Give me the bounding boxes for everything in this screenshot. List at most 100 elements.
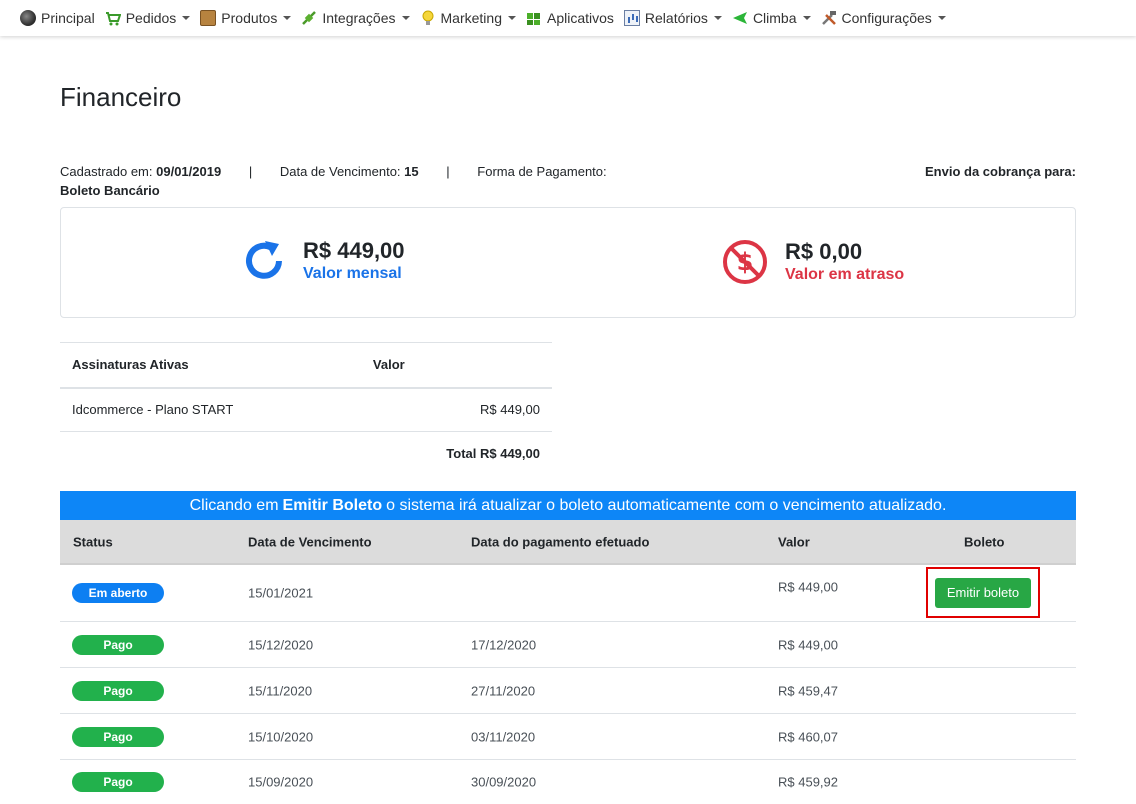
emit-boleto-highlight: Emitir boleto: [926, 567, 1040, 618]
page-title: Financeiro: [60, 82, 182, 112]
amount: R$ 449,00: [778, 637, 838, 652]
nav-item-aplicativos[interactable]: Aplicativos: [526, 10, 614, 26]
overdue-label: Valor em atraso: [785, 266, 905, 283]
caret-down-icon: [182, 16, 191, 20]
home-icon: [20, 10, 36, 26]
no-money-icon: $: [723, 240, 767, 284]
table-row: Pago 15/09/2020 30/09/2020 R$ 459,92: [60, 760, 1076, 804]
due-date: 15/11/2020: [248, 683, 313, 698]
table-row: Em aberto 15/01/2021 R$ 449,00 Emitir bo…: [60, 565, 1076, 622]
active-subscriptions-table: Assinaturas Ativas Valor Idcommerce - Pl…: [60, 342, 552, 476]
due-date: 15/10/2020: [248, 729, 314, 744]
nav-label: Produtos: [221, 10, 278, 26]
nav-label: Aplicativos: [546, 10, 614, 26]
nav-label: Configurações: [841, 10, 932, 26]
nav-label: Relatórios: [644, 10, 708, 26]
nav-label: Principal: [41, 10, 95, 26]
nav-item-relatorios[interactable]: Relatórios: [623, 10, 722, 26]
plug-icon: [301, 10, 317, 26]
amount: R$ 459,92: [778, 774, 838, 790]
column-header-value: Valor: [778, 534, 810, 549]
info-banner: Clicando em Emitir Boleto o sistema irá …: [60, 491, 1076, 520]
overdue-amount: R$ 0,00: [785, 239, 863, 264]
table-row: Idcommerce - Plano START R$ 449,00: [60, 388, 552, 432]
column-header-status: Status: [73, 534, 113, 549]
nav-label: Pedidos: [125, 10, 177, 26]
registered-date: 09/01/2019: [156, 164, 222, 179]
caret-down-icon: [283, 16, 292, 20]
financial-summary-card: R$ 449,00 Valor mensal $ R$ 0,00 Valor e…: [60, 207, 1076, 318]
payment-date: 27/11/2020: [471, 683, 536, 698]
payment-date: 17/12/2020: [471, 637, 537, 652]
column-header-subscriptions: Assinaturas Ativas: [72, 357, 189, 373]
flag-icon: [732, 10, 748, 26]
monthly-label: Valor mensal: [303, 265, 402, 282]
nav-item-integracoes[interactable]: Integrações: [301, 10, 410, 26]
nav-label: Marketing: [440, 10, 502, 26]
banner-prefix: Clicando em: [189, 496, 279, 514]
banner-highlight: Emitir Boleto: [282, 496, 383, 514]
nav-label: Integrações: [322, 10, 396, 26]
nav-item-principal[interactable]: Principal: [20, 10, 95, 26]
nav-label: Climba: [752, 10, 797, 26]
nav-item-pedidos[interactable]: Pedidos: [105, 10, 191, 26]
amount: R$ 459,47: [778, 683, 838, 698]
status-badge: Pago: [72, 634, 164, 655]
puzzle-icon: [526, 10, 542, 26]
cart-icon: [105, 10, 122, 26]
monthly-amount: R$ 449,00: [303, 238, 405, 263]
nav-item-marketing[interactable]: Marketing: [420, 10, 516, 26]
payment-method-value: Boleto Bancário: [60, 183, 160, 198]
table-row: Pago 15/12/2020 17/12/2020 R$ 449,00: [60, 622, 1076, 668]
status-badge: Em aberto: [72, 583, 164, 603]
caret-down-icon: [713, 16, 722, 20]
subscription-name: Idcommerce - Plano START: [72, 402, 234, 418]
amount: R$ 460,07: [778, 729, 838, 744]
due-label: Data de Vencimento:: [279, 164, 401, 179]
due-day: 15: [404, 164, 419, 179]
caret-down-icon: [401, 16, 410, 20]
due-date: 15/01/2021: [248, 585, 314, 601]
svg-text:$: $: [737, 248, 754, 276]
nav-item-climba[interactable]: Climba: [732, 10, 811, 26]
top-navigation: Principal Pedidos Produtos Integrações M…: [0, 0, 1136, 36]
lightbulb-icon: [420, 10, 436, 26]
column-header-due-date: Data de Vencimento: [248, 534, 372, 549]
separator: |: [248, 164, 253, 179]
nav-item-configuracoes[interactable]: Configurações: [821, 10, 946, 26]
payments-table-header: Status Data de Vencimento Data do pagame…: [60, 520, 1076, 565]
payment-method-label: Forma de Pagamento:: [477, 164, 607, 179]
column-header-value: Valor: [372, 357, 405, 373]
subscriptions-total: Total R$ 449,00: [446, 446, 540, 462]
column-header-boleto: Boleto: [964, 534, 1005, 549]
overdue-value-block: $ R$ 0,00 Valor em atraso: [721, 238, 904, 286]
status-badge: Pago: [72, 726, 164, 747]
amount: R$ 449,00: [778, 579, 838, 595]
box-icon: [200, 10, 217, 26]
banner-suffix: o sistema irá atualizar o boleto automat…: [386, 496, 947, 514]
nav-item-produtos[interactable]: Produtos: [200, 10, 292, 26]
status-badge: Pago: [72, 680, 164, 701]
refresh-icon: [246, 241, 282, 279]
table-row: Pago 15/10/2020 03/11/2020 R$ 460,07: [60, 714, 1076, 760]
registered-label: Cadastrado em:: [60, 164, 153, 179]
separator: |: [446, 164, 450, 179]
payment-date: 03/11/2020: [471, 729, 536, 744]
due-date: 15/09/2020: [248, 774, 314, 790]
payment-date: 30/09/2020: [471, 774, 537, 790]
emit-boleto-button[interactable]: Emitir boleto: [935, 577, 1031, 608]
due-date: 15/12/2020: [248, 637, 314, 652]
account-info: Cadastrado em: 09/01/2019 | Data de Venc…: [60, 162, 1076, 200]
subscription-value: R$ 449,00: [480, 402, 540, 418]
column-header-payment-date: Data do pagamento efetuado: [471, 534, 650, 549]
table-total-row: Total R$ 449,00: [60, 432, 552, 476]
table-header-row: Assinaturas Ativas Valor: [60, 342, 552, 388]
caret-down-icon: [507, 16, 516, 20]
caret-down-icon: [937, 16, 946, 20]
chart-icon: [623, 10, 640, 26]
monthly-value-block: R$ 449,00 Valor mensal: [241, 238, 405, 284]
billing-recipient-label: Envio da cobrança para:: [925, 164, 1076, 179]
table-row: Pago 15/11/2020 27/11/2020 R$ 459,47: [60, 668, 1076, 714]
tools-icon: [821, 10, 837, 26]
caret-down-icon: [802, 16, 811, 20]
